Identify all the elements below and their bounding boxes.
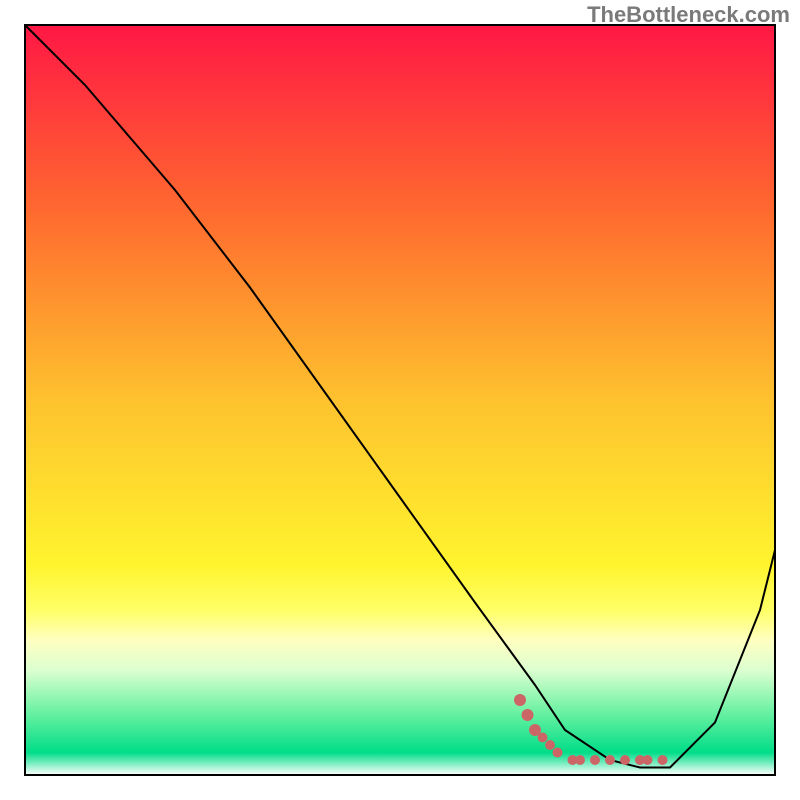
chart-container: TheBottleneck.com [0,0,800,800]
watermark-text: TheBottleneck.com [587,2,790,28]
scatter-point [605,755,615,765]
scatter-point [553,748,563,758]
scatter-point [545,740,555,750]
plot-background [25,25,775,775]
scatter-point [575,755,585,765]
scatter-point [538,733,548,743]
plot-svg [0,0,800,800]
scatter-point [522,709,534,721]
scatter-point [658,755,668,765]
scatter-point [643,755,653,765]
scatter-point [620,755,630,765]
scatter-point [514,694,526,706]
scatter-point [590,755,600,765]
